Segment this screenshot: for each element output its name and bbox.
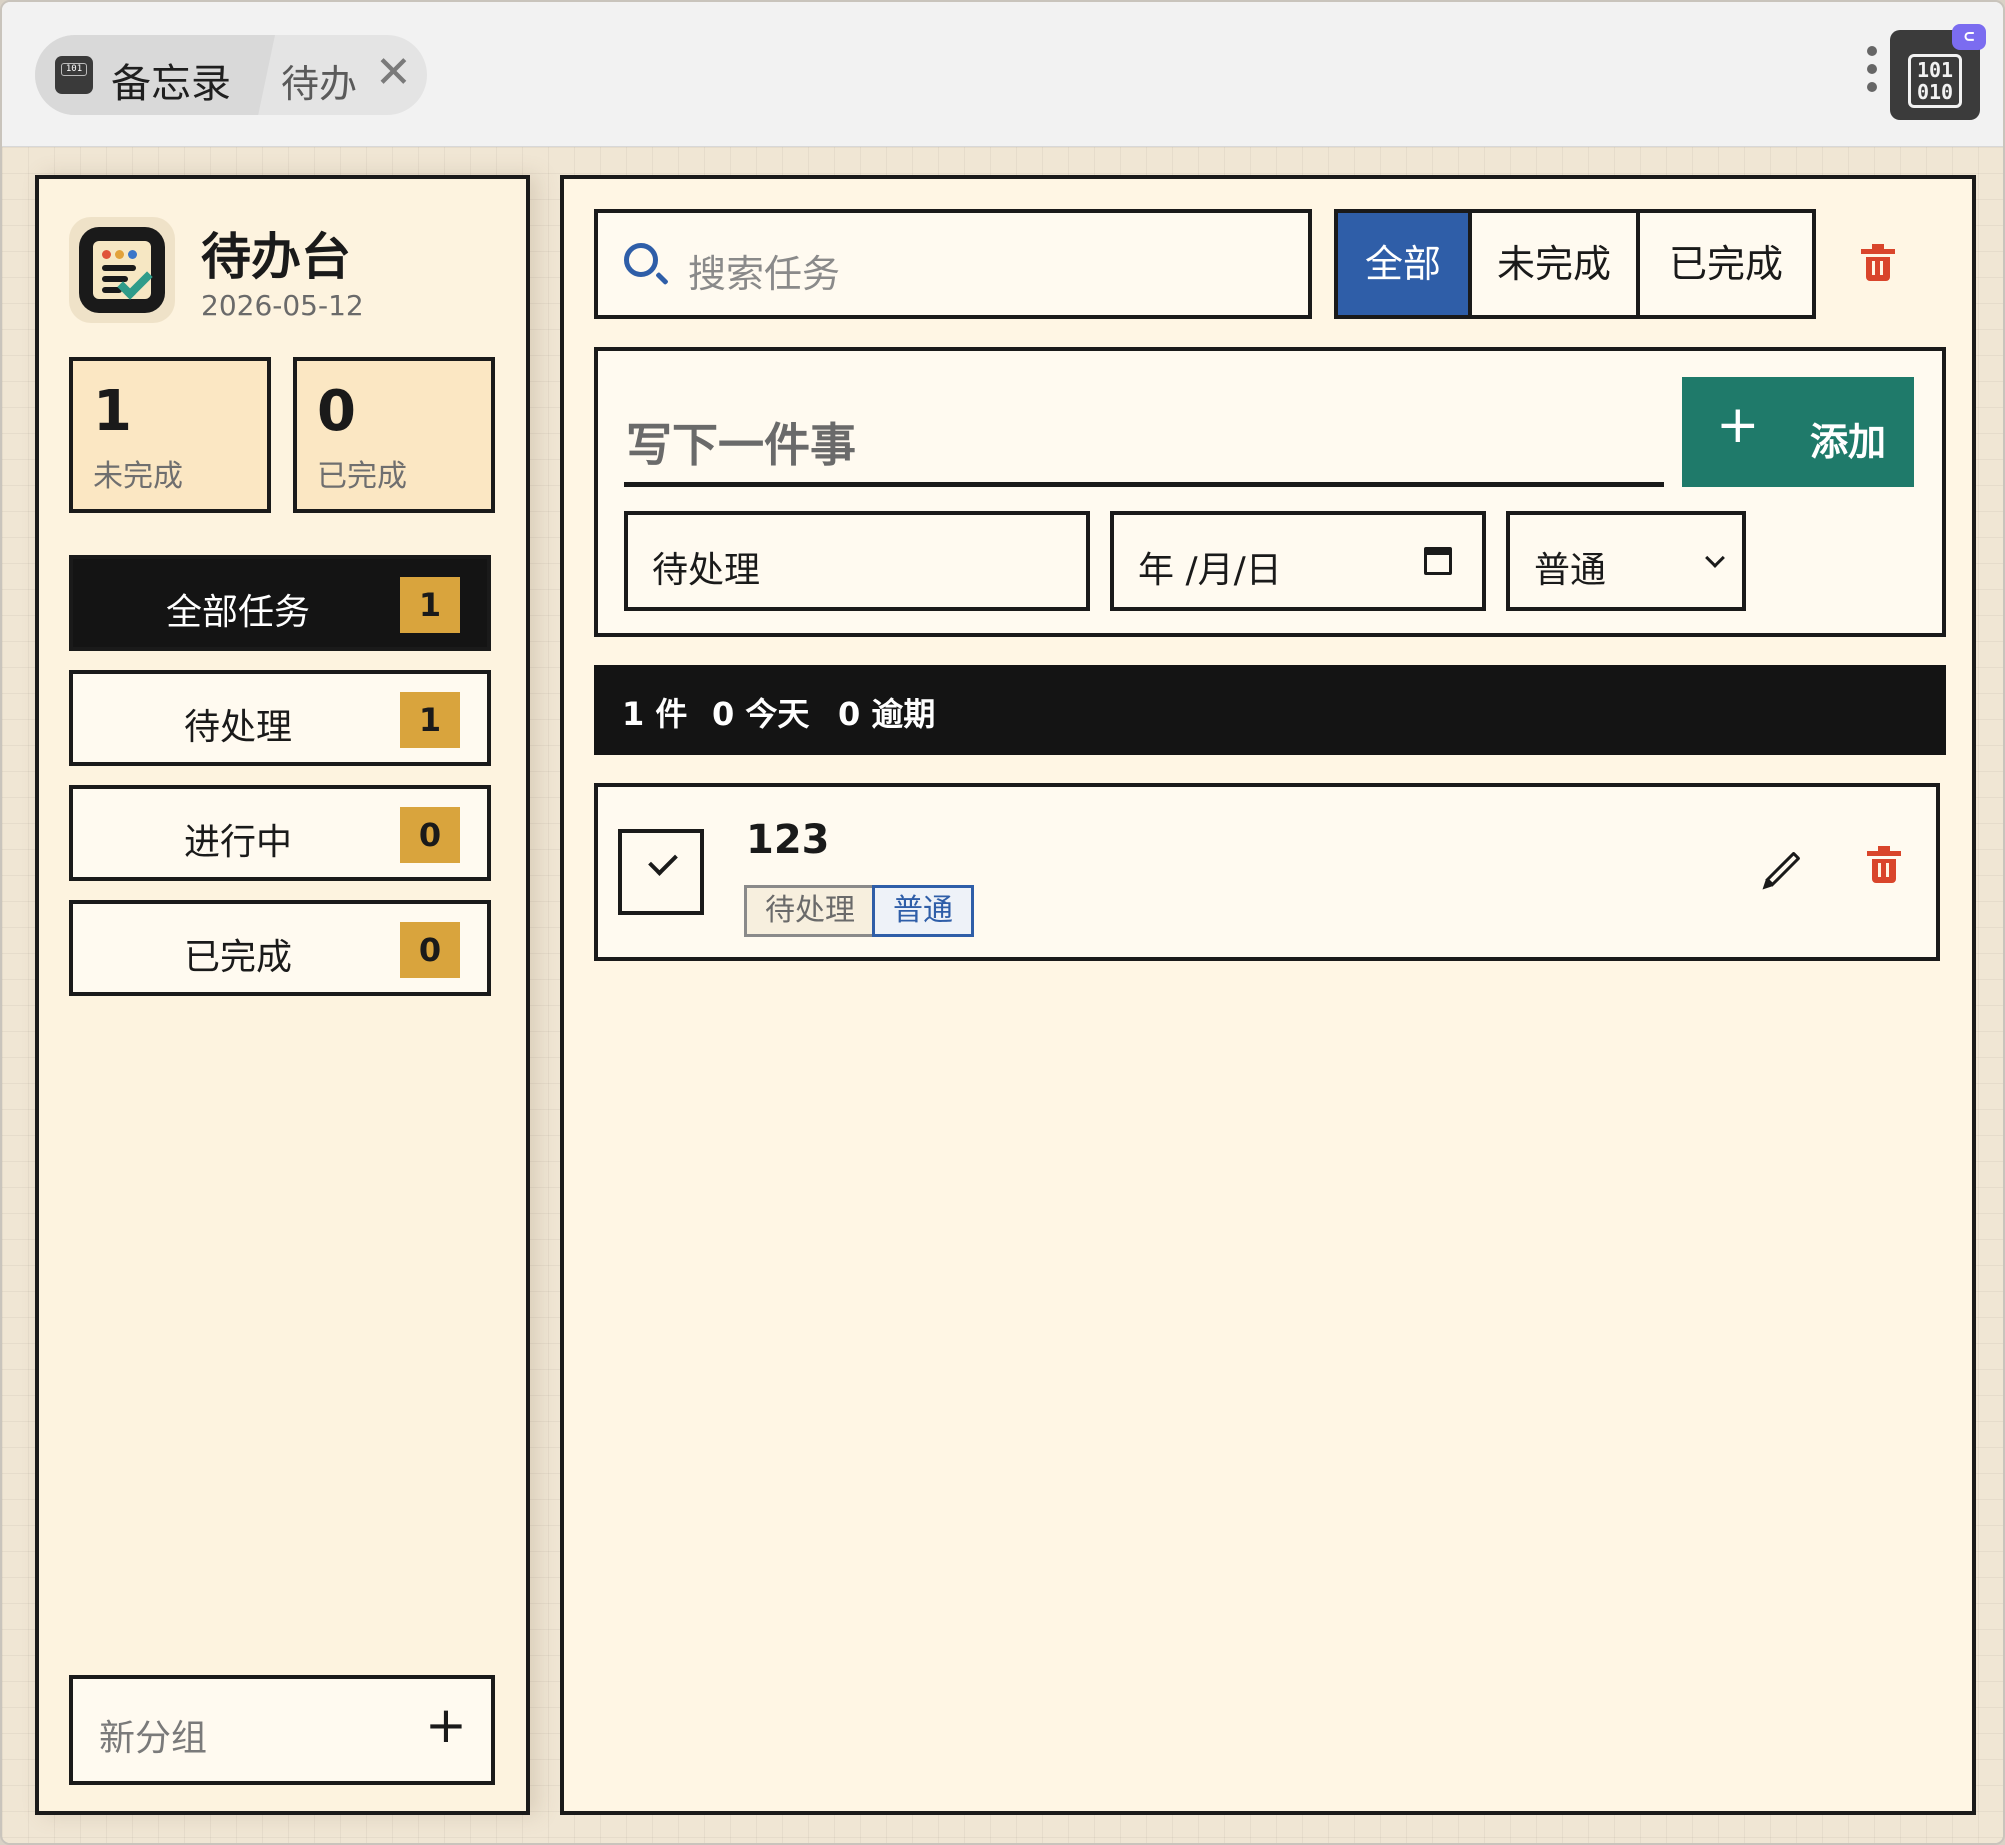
status-badge: 待处理 [744,885,876,937]
sidebar-item-pending[interactable]: 待处理 1 [69,670,491,766]
main-panel: 搜索任务 全部 未完成 已完成 写下一件事 + 添加 待处理 年 /月/日 普通… [560,175,1976,1815]
task-composer: 写下一件事 + 添加 待处理 年 /月/日 普通 [594,347,1946,637]
due-date-field[interactable]: 年 /月/日 [1110,511,1486,611]
more-vertical-icon[interactable] [1862,46,1882,102]
calendar-icon[interactable] [1424,547,1452,575]
chevron-down-icon [1705,548,1725,568]
app-title: 待办台 [201,228,351,286]
plugin-binary-button[interactable]: 101 010 ⊂ [1890,24,1986,120]
breadcrumb: 101 备忘录 待办 ✕ [35,35,427,115]
breadcrumb-app-label: 备忘录 [111,61,231,107]
content-area: 待办台 2026-05-12 1 未完成 0 已完成 全部任务 1 待处理 1 … [2,147,2003,1843]
today-count: 0 今天 [712,695,810,733]
task-title-placeholder: 写下一件事 [626,418,856,472]
add-task-button[interactable]: + 添加 [1682,377,1914,487]
stat-card-completed: 0 已完成 [293,357,495,513]
plugin-badge-icon: ⊂ [1952,24,1986,50]
plus-icon: + [1716,395,1760,455]
current-date: 2026-05-12 [201,289,364,322]
app-logo-icon [69,217,175,323]
count-badge: 1 [400,692,460,748]
new-group-input[interactable]: 新分组 [99,1709,207,1761]
sidebar-item-label: 待处理 [183,707,292,748]
new-group-field: 新分组 + [69,1675,495,1785]
sidebar-item-all-tasks[interactable]: 全部任务 1 [69,555,491,651]
trash-icon[interactable] [1867,846,1901,883]
count-badge: 0 [400,807,460,863]
overdue-count: 0 逾期 [838,695,936,733]
priority-badge: 普通 [872,885,974,937]
filter-tabs: 全部 未完成 已完成 [1334,209,1816,319]
task-title-input[interactable]: 写下一件事 [624,379,1664,487]
binary-icon: 101 010 [1907,54,1963,108]
title-bar: 101 备忘录 待办 ✕ 101 010 ⊂ [2,2,2003,147]
filter-tab-completed[interactable]: 已完成 [1640,213,1812,315]
edit-icon[interactable] [1765,851,1801,887]
stat-value: 1 [93,379,132,444]
search-placeholder: 搜索任务 [688,252,841,296]
task-item[interactable]: 123 待处理 普通 [594,783,1940,961]
task-title: 123 [746,817,830,863]
stat-card-incomplete: 1 未完成 [69,357,271,513]
priority-value: 普通 [1534,550,1607,591]
stat-label: 未完成 [93,459,183,494]
breadcrumb-tab-label[interactable]: 待办 [281,53,357,108]
sidebar-item-label: 进行中 [183,822,292,863]
status-value: 待处理 [652,550,761,591]
close-icon[interactable]: ✕ [375,51,412,95]
plus-icon[interactable]: + [425,1697,467,1753]
sidebar-item-in-progress[interactable]: 进行中 0 [69,785,491,881]
count-badge: 1 [400,577,460,633]
count-badge: 0 [400,922,460,978]
search-icon [624,243,658,277]
task-checkbox[interactable] [618,829,704,915]
date-placeholder: 年 /月/日 [1138,550,1282,591]
summary-bar: 1 件 0 今天 0 逾期 [594,665,1946,755]
stat-value: 0 [317,379,356,444]
stat-label: 已完成 [317,459,407,494]
priority-select[interactable]: 普通 [1506,511,1746,611]
breadcrumb-app[interactable]: 101 备忘录 [35,35,275,115]
sidebar-item-completed[interactable]: 已完成 0 [69,900,491,996]
sidebar-item-label: 全部任务 [165,592,310,633]
search-input[interactable]: 搜索任务 [594,209,1312,319]
app-window: 101 备忘录 待办 ✕ 101 010 ⊂ 待办台 2026-05-12 1 … [0,0,2005,1845]
task-count: 1 件 [622,695,688,733]
status-field[interactable]: 待处理 [624,511,1090,611]
binary-app-icon: 101 [55,56,93,94]
sidebar-item-label: 已完成 [183,937,292,978]
filter-tab-incomplete[interactable]: 未完成 [1472,213,1640,315]
filter-tab-all[interactable]: 全部 [1338,213,1472,315]
sidebar: 待办台 2026-05-12 1 未完成 0 已完成 全部任务 1 待处理 1 … [35,175,530,1815]
trash-icon[interactable] [1861,244,1895,281]
add-task-label: 添加 [1810,420,1887,464]
